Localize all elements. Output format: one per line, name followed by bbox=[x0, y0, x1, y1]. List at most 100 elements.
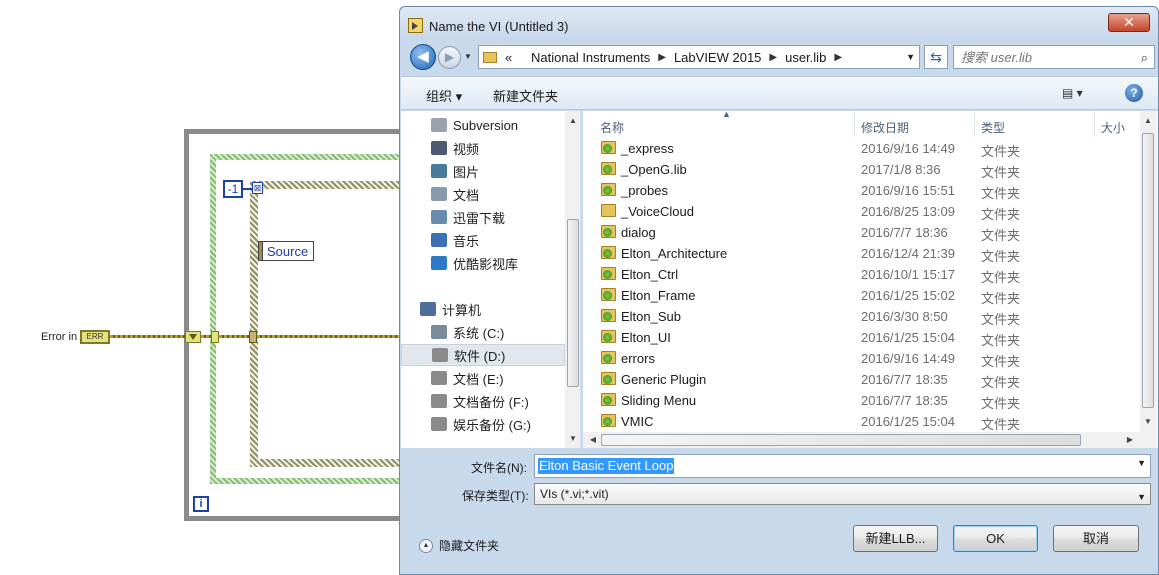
search-icon[interactable]: ⌕ bbox=[1141, 50, 1148, 66]
scroll-thumb[interactable] bbox=[601, 434, 1081, 446]
nav-item[interactable]: 娱乐备份 (G:) bbox=[401, 413, 565, 435]
ok-button[interactable]: OK bbox=[953, 525, 1038, 552]
nav-scrollbar[interactable]: ▲ ▼ bbox=[565, 111, 580, 448]
nav-item-label: 文档 (E:) bbox=[453, 371, 504, 387]
file-row[interactable]: _probes 2016/9/16 15:51 文件夹 bbox=[583, 180, 1138, 201]
breadcrumb-labview-2015[interactable]: LabVIEW 2015 bbox=[674, 50, 761, 65]
cancel-button[interactable]: 取消 bbox=[1053, 525, 1139, 552]
event-case-frame[interactable] bbox=[250, 181, 410, 467]
file-row[interactable]: _OpenG.lib 2017/1/8 8:36 文件夹 bbox=[583, 159, 1138, 180]
address-overflow[interactable]: « bbox=[505, 50, 512, 65]
forward-arrow-icon[interactable]: ▶ bbox=[438, 46, 461, 69]
nav-item-label: 图片 bbox=[453, 164, 480, 180]
nav-item[interactable]: 计算机 bbox=[401, 298, 565, 320]
help-icon[interactable]: ? bbox=[1125, 84, 1143, 102]
file-row[interactable]: Elton_Ctrl 2016/10/1 15:17 文件夹 bbox=[583, 264, 1138, 285]
file-row[interactable]: VMIC 2016/1/25 15:04 文件夹 bbox=[583, 411, 1138, 432]
file-date: 2016/7/7 18:35 bbox=[861, 393, 948, 408]
address-bar[interactable]: « National Instruments ▶ LabVIEW 2015 ▶ … bbox=[478, 45, 920, 69]
column-header-type[interactable]: 类型 bbox=[981, 119, 1005, 136]
scroll-right-icon[interactable]: ▶ bbox=[1122, 432, 1138, 448]
filename-value[interactable]: Elton Basic Event Loop bbox=[538, 458, 675, 474]
address-dropdown-icon[interactable]: ▼ bbox=[906, 52, 915, 62]
file-row[interactable]: Elton_UI 2016/1/25 15:04 文件夹 bbox=[583, 327, 1138, 348]
scroll-up-icon[interactable]: ▲ bbox=[1140, 113, 1156, 129]
case-tunnel[interactable] bbox=[249, 331, 257, 343]
close-button[interactable]: ✕ bbox=[1108, 13, 1150, 32]
nav-item[interactable]: 视频 bbox=[401, 137, 565, 159]
error-wire-segment-3[interactable] bbox=[257, 335, 400, 338]
file-row[interactable]: Elton_Sub 2016/3/30 8:50 文件夹 bbox=[583, 306, 1138, 327]
search-box[interactable]: ⌕ bbox=[953, 45, 1155, 69]
error-wire-segment-2[interactable] bbox=[219, 335, 249, 338]
scroll-left-icon[interactable]: ◀ bbox=[585, 432, 601, 448]
file-list-horizontal-scrollbar[interactable]: ◀ ▶ bbox=[583, 432, 1140, 448]
nav-item[interactable]: Subversion bbox=[401, 114, 565, 136]
nav-item[interactable]: 软件 (D:) bbox=[401, 344, 565, 366]
navigation-pane[interactable]: Subversion 视频图片文档 迅雷下载 音乐 优酷影视库计算机 系统 (C:) 软件 … bbox=[401, 111, 581, 448]
column-header-size[interactable]: 大小 bbox=[1101, 119, 1125, 136]
refresh-icon[interactable]: ⇆ bbox=[924, 45, 948, 69]
nav-item[interactable]: 图片 bbox=[401, 160, 565, 182]
nav-item[interactable]: 文档备份 (F:) bbox=[401, 390, 565, 412]
file-type: 文件夹 bbox=[981, 417, 1021, 432]
breadcrumb-separator-icon[interactable]: ▶ bbox=[834, 52, 842, 63]
breadcrumb-separator-icon[interactable]: ▶ bbox=[658, 52, 666, 63]
hide-folders-toggle[interactable]: ▲ 隐藏文件夹 bbox=[419, 537, 499, 554]
error-wire-segment[interactable] bbox=[201, 335, 211, 338]
svn-folder-icon bbox=[601, 309, 616, 322]
file-list-vertical-scrollbar[interactable]: ▲ ▼ bbox=[1140, 111, 1157, 448]
file-row[interactable]: Elton_Architecture 2016/12/4 21:39 文件夹 bbox=[583, 243, 1138, 264]
breadcrumb-user-lib[interactable]: user.lib bbox=[785, 50, 826, 65]
timeout-terminal-icon[interactable]: ⊠ bbox=[252, 182, 263, 194]
organize-menu-button[interactable]: 组织 ▾ bbox=[426, 86, 462, 105]
search-input[interactable] bbox=[954, 46, 1124, 68]
nav-item[interactable]: 音乐 bbox=[401, 229, 565, 251]
filetype-select[interactable]: VIs (*.vi;*.vit) ▼ bbox=[534, 483, 1151, 505]
breadcrumb-national-instruments[interactable]: National Instruments bbox=[531, 50, 650, 65]
file-date: 2016/8/25 13:09 bbox=[861, 204, 955, 219]
nav-item[interactable]: 系统 (C:) bbox=[401, 321, 565, 343]
file-row[interactable]: _express 2016/9/16 14:49 文件夹 bbox=[583, 138, 1138, 159]
file-row[interactable]: dialog 2016/7/7 18:36 文件夹 bbox=[583, 222, 1138, 243]
file-row[interactable]: errors 2016/9/16 14:49 文件夹 bbox=[583, 348, 1138, 369]
file-row[interactable]: Elton_Frame 2016/1/25 15:02 文件夹 bbox=[583, 285, 1138, 306]
error-wire[interactable] bbox=[110, 335, 185, 338]
file-row[interactable]: _VoiceCloud 2016/8/25 13:09 文件夹 bbox=[583, 201, 1138, 222]
dialog-titlebar[interactable]: Name the VI (Untitled 3) ✕ bbox=[400, 7, 1158, 40]
file-row[interactable]: Generic Plugin 2016/7/7 18:35 文件夹 bbox=[583, 369, 1138, 390]
file-name: Generic Plugin bbox=[621, 372, 707, 387]
column-header-name[interactable]: 名称 bbox=[600, 119, 624, 136]
new-folder-button[interactable]: 新建文件夹 bbox=[493, 86, 558, 105]
breadcrumb-separator-icon[interactable]: ▶ bbox=[769, 52, 777, 63]
sort-ascending-icon: ▲ bbox=[722, 109, 731, 119]
new-llb-button[interactable]: 新建LLB... bbox=[853, 525, 938, 552]
error-in-terminal[interactable]: ERR bbox=[80, 330, 110, 344]
nav-item[interactable]: 优酷影视库 bbox=[401, 252, 565, 274]
shift-register-icon[interactable] bbox=[185, 331, 201, 343]
scroll-thumb[interactable] bbox=[1142, 133, 1154, 408]
file-row[interactable]: Sliding Menu 2016/7/7 18:35 文件夹 bbox=[583, 390, 1138, 411]
column-header-date[interactable]: 修改日期 bbox=[861, 119, 909, 136]
file-name: Elton_Sub bbox=[621, 309, 681, 324]
event-tunnel[interactable] bbox=[211, 331, 219, 343]
filename-field[interactable]: Elton Basic Event Loop ▼ bbox=[534, 454, 1151, 478]
file-list[interactable]: 名称 ▲ 修改日期 类型 大小 _express 2016/9/16 14:49 文… bbox=[583, 109, 1158, 448]
nav-item[interactable]: 迅雷下载 bbox=[401, 206, 565, 228]
history-dropdown-icon[interactable]: ▼ bbox=[464, 52, 472, 61]
nav-item[interactable]: 文档 (E:) bbox=[401, 367, 565, 389]
scroll-down-icon[interactable]: ▼ bbox=[1140, 414, 1156, 430]
nav-item[interactable]: 文档 bbox=[401, 183, 565, 205]
computer-icon bbox=[420, 302, 436, 316]
chevron-down-icon[interactable]: ▼ bbox=[1137, 487, 1146, 507]
source-event-data-node[interactable]: Source bbox=[258, 241, 314, 261]
back-arrow-icon[interactable]: ◀ bbox=[410, 44, 436, 70]
file-name: _VoiceCloud bbox=[621, 204, 694, 219]
scroll-up-icon[interactable]: ▲ bbox=[565, 113, 580, 129]
view-options-icon[interactable]: ▤ ▾ bbox=[1062, 86, 1083, 100]
scroll-down-icon[interactable]: ▼ bbox=[565, 431, 580, 447]
scroll-thumb[interactable] bbox=[567, 219, 579, 387]
timeout-constant[interactable]: -1 bbox=[223, 180, 243, 198]
file-date: 2016/9/16 14:49 bbox=[861, 351, 955, 366]
chevron-down-icon[interactable]: ▼ bbox=[1137, 458, 1146, 468]
